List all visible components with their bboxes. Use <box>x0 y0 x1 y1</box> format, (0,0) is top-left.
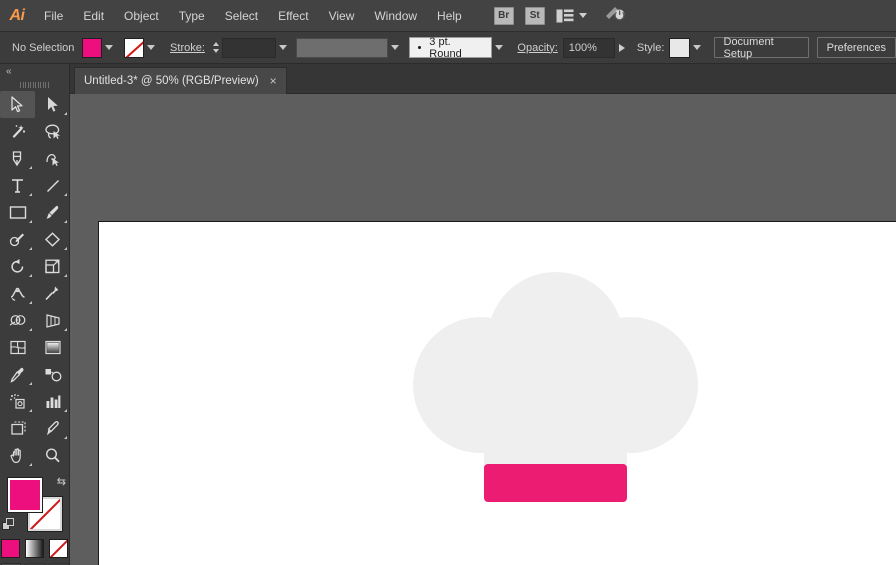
lasso-tool[interactable] <box>35 118 70 145</box>
panel-drag-handle[interactable] <box>0 79 69 91</box>
selection-tool[interactable] <box>0 91 35 118</box>
magic-wand-tool[interactable] <box>0 118 35 145</box>
none-button[interactable] <box>49 539 68 558</box>
rectangle-tool[interactable] <box>0 199 35 226</box>
fill-stroke-controls: ⇆ <box>0 473 70 535</box>
stock-icon[interactable]: St <box>524 6 545 25</box>
menu-item-window[interactable]: Window <box>364 0 427 32</box>
hand-tool[interactable] <box>0 442 35 469</box>
menu-item-help[interactable]: Help <box>427 0 472 32</box>
shaper-tool[interactable] <box>0 226 35 253</box>
variable-width-dropdown-button[interactable] <box>387 37 402 58</box>
document-tab[interactable]: Untitled-3* @ 50% (RGB/Preview) × <box>74 67 287 94</box>
tools-panel: « ⇆ <box>0 64 70 565</box>
style-label: Style: <box>636 41 665 54</box>
rotate-tool[interactable] <box>0 253 35 280</box>
menu-item-object[interactable]: Object <box>114 0 169 32</box>
default-fill-stroke-icon[interactable] <box>2 518 15 531</box>
swap-fill-stroke-icon[interactable]: ⇆ <box>57 475 66 488</box>
opacity-label: Opacity: <box>517 41 558 54</box>
pen-tool[interactable] <box>0 145 35 172</box>
gradient-button[interactable] <box>25 539 44 558</box>
eraser-tool[interactable] <box>35 226 70 253</box>
mesh-tool[interactable] <box>0 334 35 361</box>
chef-hat-illustration[interactable] <box>413 272 698 517</box>
collapse-panel-button[interactable]: « <box>0 64 69 79</box>
paintbrush-tool[interactable] <box>35 199 70 226</box>
bridge-icon[interactable]: Br <box>493 6 514 25</box>
control-bar: No Selection Stroke: 3 pt. Round Opacity… <box>0 32 896 64</box>
canvas-area[interactable] <box>70 94 896 565</box>
stroke-color-swatch[interactable] <box>123 37 145 58</box>
app-logo-icon: Ai <box>9 6 26 24</box>
width-tool[interactable] <box>0 280 35 307</box>
menubar-quick-tools: Br St <box>493 4 626 27</box>
brush-dot-icon <box>418 46 422 49</box>
workspace-switcher-icon[interactable] <box>604 4 626 27</box>
perspective-grid-tool[interactable] <box>35 307 70 334</box>
graphic-style-dropdown-button[interactable] <box>689 37 704 58</box>
slice-tool[interactable] <box>35 415 70 442</box>
blend-tool[interactable] <box>35 361 70 388</box>
color-button[interactable] <box>1 539 20 558</box>
stroke-weight-input[interactable] <box>221 37 277 58</box>
artboard[interactable] <box>98 221 896 565</box>
zoom-tool[interactable] <box>35 442 70 469</box>
illustrator-window: Ai File Edit Object Type Select Effect V… <box>0 0 896 565</box>
arrange-documents-icon[interactable] <box>556 9 587 23</box>
selection-status: No Selection <box>12 41 75 54</box>
column-graph-tool[interactable] <box>35 388 70 415</box>
close-icon[interactable]: × <box>270 75 277 87</box>
document-tab-strip: Untitled-3* @ 50% (RGB/Preview) × <box>0 64 896 94</box>
curvature-tool[interactable] <box>35 145 70 172</box>
preferences-button[interactable]: Preferences <box>816 37 896 58</box>
menu-item-file[interactable]: File <box>34 0 73 32</box>
type-tool[interactable] <box>0 172 35 199</box>
stroke-label: Stroke: <box>170 41 205 54</box>
scale-tool[interactable] <box>35 253 70 280</box>
menu-item-effect[interactable]: Effect <box>268 0 318 32</box>
toolbar-fill-swatch[interactable] <box>7 477 43 513</box>
menu-item-type[interactable]: Type <box>169 0 215 32</box>
free-transform-tool[interactable] <box>35 280 70 307</box>
shape-builder-tool[interactable] <box>0 307 35 334</box>
opacity-options-button[interactable] <box>615 37 629 58</box>
tool-grid <box>0 91 70 469</box>
graphic-style-swatch[interactable] <box>669 37 690 58</box>
eyedropper-tool[interactable] <box>0 361 35 388</box>
menu-item-view[interactable]: View <box>319 0 365 32</box>
gradient-tool[interactable] <box>35 334 70 361</box>
menu-item-edit[interactable]: Edit <box>73 0 114 32</box>
brush-definition-value: 3 pt. Round <box>429 35 462 60</box>
stroke-dropdown-button[interactable] <box>144 37 159 58</box>
document-tab-title: Untitled-3* @ 50% (RGB/Preview) <box>84 75 259 87</box>
fill-dropdown-button[interactable] <box>102 37 116 58</box>
document-setup-button[interactable]: Document Setup <box>713 36 809 60</box>
stroke-weight-stepper[interactable] <box>211 38 222 58</box>
opacity-input[interactable]: 100% <box>562 37 616 58</box>
brush-definition-field[interactable]: 3 pt. Round <box>409 35 492 60</box>
stroke-weight-dropdown-button[interactable] <box>276 37 290 58</box>
direct-selection-tool[interactable] <box>35 91 70 118</box>
chevron-down-icon <box>578 13 587 18</box>
brush-definition-dropdown-button[interactable] <box>491 37 506 58</box>
fill-color-swatch[interactable] <box>81 37 103 58</box>
line-segment-tool[interactable] <box>35 172 70 199</box>
color-mode-buttons <box>0 539 69 558</box>
symbol-sprayer-tool[interactable] <box>0 388 35 415</box>
menu-item-select[interactable]: Select <box>215 0 268 32</box>
artboard-tool[interactable] <box>0 415 35 442</box>
menu-bar: Ai File Edit Object Type Select Effect V… <box>0 0 896 32</box>
variable-width-profile-field[interactable] <box>295 37 388 58</box>
